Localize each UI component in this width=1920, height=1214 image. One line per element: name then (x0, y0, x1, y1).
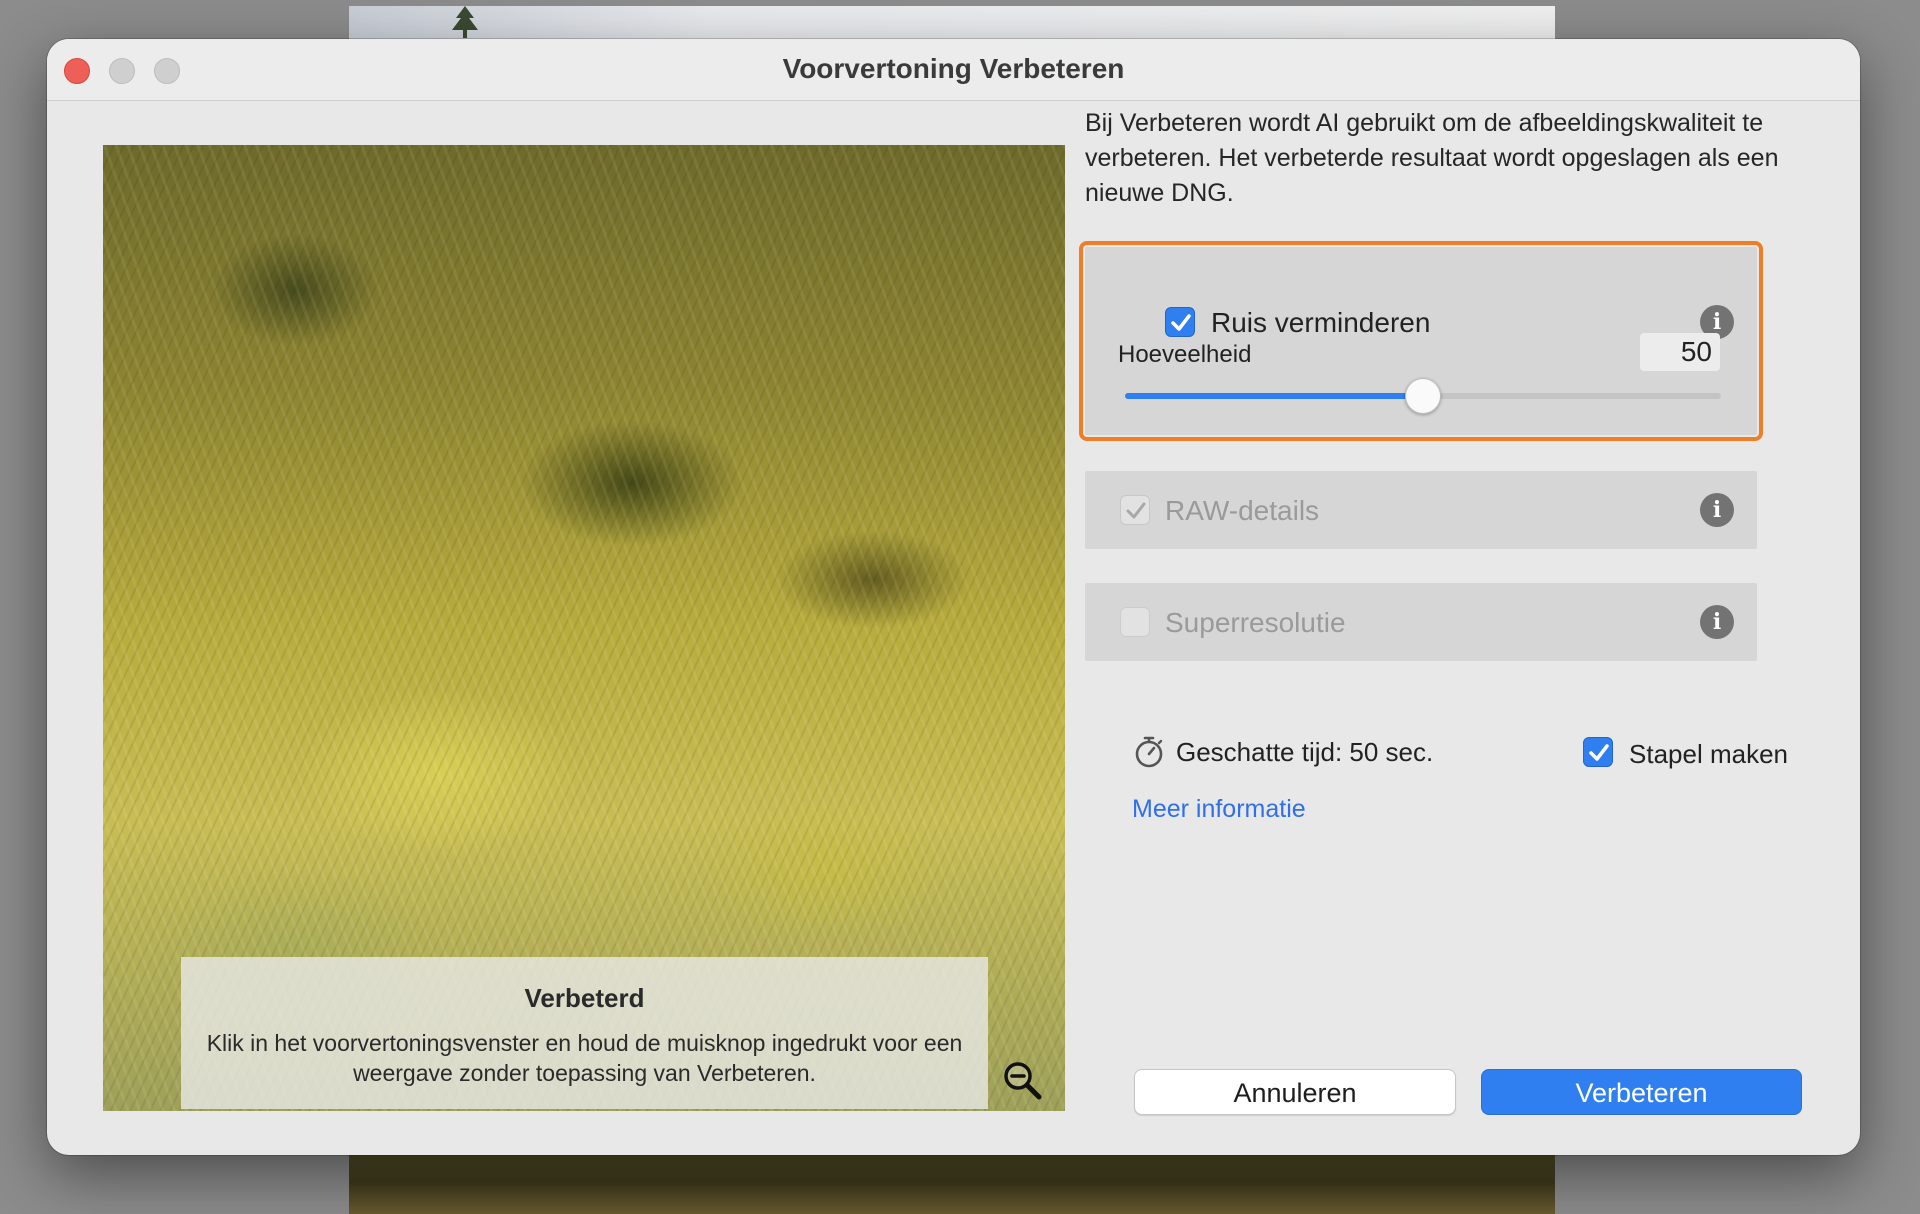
info-icon[interactable]: i (1700, 493, 1734, 527)
create-stack-label: Stapel maken (1629, 739, 1788, 769)
tree-icon (452, 6, 478, 38)
amount-slider-fill (1125, 393, 1423, 399)
preview-caption: Verbeterd Klik in het voorvertoningsvens… (181, 957, 988, 1109)
noise-reduction-label: Ruis verminderen (1211, 307, 1431, 338)
window-title: Voorvertoning Verbeteren (782, 53, 1125, 84)
enhance-preview-image[interactable]: Verbeterd Klik in het voorvertoningsvens… (103, 145, 1065, 1111)
super-resolution-checkbox (1120, 607, 1150, 637)
caption-text: Klik in het voorvertoningsvenster en hou… (206, 1030, 963, 1086)
amount-slider[interactable] (1125, 378, 1721, 414)
info-icon[interactable]: i (1700, 605, 1734, 639)
amount-slider-thumb[interactable] (1405, 378, 1441, 414)
create-stack-checkbox[interactable] (1583, 737, 1613, 767)
noise-reduction-panel: Ruis verminderen i Hoeveelheid 50 (1079, 241, 1763, 441)
amount-value-field[interactable]: 50 (1640, 333, 1720, 371)
enhance-button[interactable]: Verbeteren (1481, 1069, 1802, 1115)
zoom-out-icon[interactable] (1001, 1059, 1045, 1103)
background-photo-bottom (349, 1150, 1555, 1214)
enhance-description: Bij Verbeteren wordt AI gebruikt om de a… (1085, 109, 1779, 207)
checkmark-icon (1171, 314, 1191, 331)
title-bar: Voorvertoning Verbeteren (47, 39, 1860, 101)
more-info-link[interactable]: Meer informatie (1132, 795, 1306, 824)
raw-details-panel: RAW-details i (1085, 471, 1757, 549)
amount-label: Hoeveelheid (1118, 341, 1252, 368)
estimated-time: Geschatte tijd: 50 sec. (1176, 737, 1434, 767)
cancel-button[interactable]: Annuleren (1134, 1069, 1456, 1115)
raw-details-checkbox (1120, 495, 1150, 525)
super-resolution-label: Superresolutie (1165, 607, 1346, 638)
checkmark-icon (1589, 744, 1609, 761)
stopwatch-icon (1135, 736, 1163, 768)
checkmark-icon (1126, 502, 1146, 519)
super-resolution-panel: Superresolutie i (1085, 583, 1757, 661)
noise-reduction-checkbox[interactable] (1165, 307, 1195, 337)
caption-title: Verbeterd (524, 983, 645, 1013)
raw-details-label: RAW-details (1165, 495, 1320, 526)
